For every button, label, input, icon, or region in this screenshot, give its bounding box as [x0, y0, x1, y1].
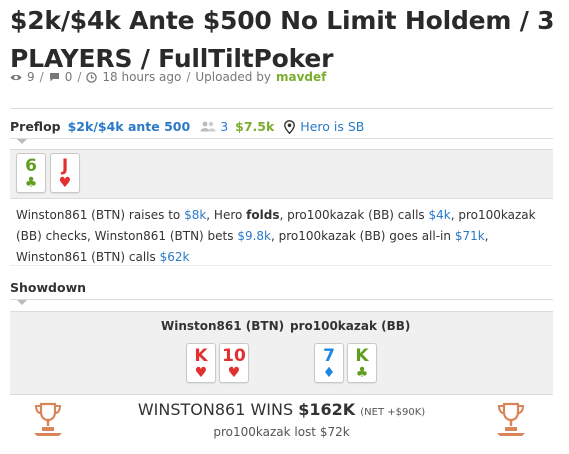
heart-icon: ♥ [227, 365, 241, 381]
winner-text: WINSTON861 WINS [137, 400, 294, 419]
showdown-card: 10 ♥ [219, 343, 249, 383]
card-rank: 7 [323, 346, 335, 366]
card-rank: 6 [25, 156, 37, 176]
action-amount: $9.8k [237, 229, 271, 243]
card-rank: K [194, 346, 208, 366]
post-meta: 9 / 0 / 18 hours ago / Uploaded by mavde… [10, 70, 326, 84]
fold-action: folds [246, 208, 280, 222]
showdown-card: 7 ♦ [314, 343, 344, 383]
player-name: Winston861 (BTN) [161, 319, 285, 333]
showdown-panel: Winston861 (BTN) pro100kazak (BB) K ♥ 10… [10, 311, 553, 395]
club-icon: ♣ [355, 365, 369, 381]
loser-line: pro100kazak lost $72k [213, 425, 350, 439]
card-rank: K [355, 346, 369, 366]
action-text-part: , pro100kazak (BB) goes all-in [270, 229, 455, 243]
showdown-card: K ♣ [347, 343, 377, 383]
preflop-actions: Winston861 (BTN) raises to $8k, Hero fol… [16, 205, 556, 268]
action-text-part: , pro100kazak (BB) calls [279, 208, 429, 222]
comment-icon [49, 73, 59, 82]
club-icon: ♣ [24, 175, 38, 191]
divider [10, 108, 553, 109]
action-amount: $71k [454, 229, 485, 243]
meta-separator: / [186, 70, 191, 84]
hero-position: Hero is SB [300, 119, 365, 134]
views-count: 9 [27, 70, 35, 84]
heart-icon: ♥ [58, 175, 72, 191]
showdown-label: Showdown [10, 280, 87, 295]
card-rank: 10 [222, 346, 246, 366]
hero-card-1: 6 ♣ [16, 153, 46, 193]
heart-icon: ♥ [194, 365, 208, 381]
trophy-icon [497, 402, 525, 436]
meta-separator: / [77, 70, 82, 84]
uploader-link[interactable]: mavdef [276, 70, 326, 84]
winner-line: WINSTON861 WINS $162K (NET +$90K) [10, 400, 553, 419]
win-amount: $162K [298, 400, 356, 419]
net-amount: (NET +$90K) [360, 407, 426, 418]
pot-size: $7.5k [235, 119, 275, 134]
action-amount: $62k [159, 250, 190, 264]
caret-icon [17, 139, 27, 144]
action-amount: $4k [428, 208, 451, 222]
hero-card-2: J ♥ [50, 153, 80, 193]
divider [10, 265, 553, 266]
players-count: 3 [220, 119, 229, 134]
hero-cards-panel: 6 ♣ J ♥ [10, 149, 553, 199]
clock-icon [86, 71, 98, 83]
uploaded-by-label: Uploaded by [195, 70, 271, 84]
showdown-card: K ♥ [186, 343, 216, 383]
action-text-part: , Hero [206, 208, 247, 222]
comments-count: 0 [64, 70, 73, 84]
page-title: $2k/$4k Ante $500 No Limit Holdem / 3 PL… [10, 6, 555, 73]
diamond-icon: ♦ [322, 365, 336, 381]
action-text-part: Winston861 (BTN) raises to [16, 208, 185, 222]
meta-separator: / [39, 70, 44, 84]
eye-icon [10, 74, 22, 80]
posted-time: 18 hours ago [102, 70, 182, 84]
players-icon [200, 121, 216, 132]
result-banner: WINSTON861 WINS $162K (NET +$90K) pro100… [10, 398, 553, 452]
card-rank: J [61, 156, 69, 176]
location-pin-icon [284, 119, 296, 134]
player-name: pro100kazak (BB) [290, 319, 411, 333]
stakes-label: $2k/$4k ante 500 [67, 119, 191, 134]
caret-icon [17, 300, 27, 305]
divider [10, 138, 553, 139]
preflop-header: Preflop $2k/$4k ante 500 3 $7.5k Hero is… [10, 119, 364, 134]
street-label: Preflop [10, 119, 61, 134]
action-amount: $8k [184, 208, 207, 222]
divider [10, 299, 553, 300]
